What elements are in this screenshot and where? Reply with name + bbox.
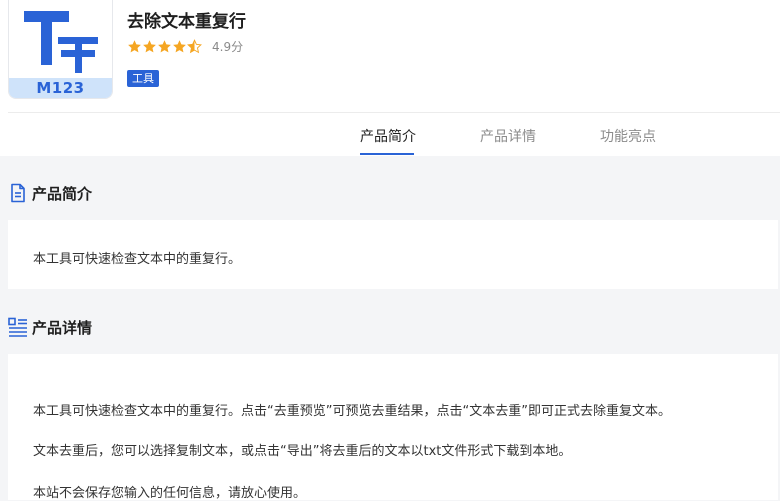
rating-stars (127, 36, 202, 54)
tab-product-details[interactable]: 产品详情 (480, 126, 536, 146)
star-full-icon (173, 40, 186, 53)
rating-score: 4.9分 (212, 40, 244, 54)
active-tab-indicator (360, 153, 414, 155)
list-icon (8, 317, 27, 337)
category-tag[interactable]: 工具 (127, 70, 159, 87)
details-paragraph-2: 文本去重后，您可以选择复制文本，或点击“导出”将去重后的文本以txt文件形式下载… (33, 444, 572, 459)
intro-card: 本工具可快速检查文本中的重复行。 (8, 220, 778, 289)
details-paragraph-3: 本站不会保存您输入的任何信息，请放心使用。 (33, 486, 307, 501)
section-intro-title: 产品简介 (32, 185, 93, 203)
header-divider (8, 112, 780, 113)
document-icon (11, 183, 25, 203)
section-details-title: 产品详情 (32, 319, 93, 337)
star-full-icon (128, 40, 141, 53)
app-header: M123 去除文本重复行 4.9分 工具 产品简介 产品详情 功能亮点 (0, 0, 780, 156)
app-logo: M123 (8, 0, 113, 99)
app-logo-glyph (24, 11, 98, 73)
star-full-icon (143, 40, 156, 53)
star-full-icon (158, 40, 171, 53)
intro-text: 本工具可快速检查文本中的重复行。 (33, 252, 242, 267)
app-title: 去除文本重复行 (127, 12, 246, 32)
app-logo-brand: M123 (36, 79, 85, 97)
details-card: 本工具可快速检查文本中的重复行。点击“去重预览”可预览去重结果，点击“文本去重”… (8, 354, 778, 501)
tab-feature-highlights[interactable]: 功能亮点 (600, 126, 656, 146)
star-half-icon (187, 39, 202, 54)
tab-product-intro[interactable]: 产品简介 (360, 126, 416, 146)
details-paragraph-1: 本工具可快速检查文本中的重复行。点击“去重预览”可预览去重结果，点击“文本去重”… (33, 404, 671, 419)
